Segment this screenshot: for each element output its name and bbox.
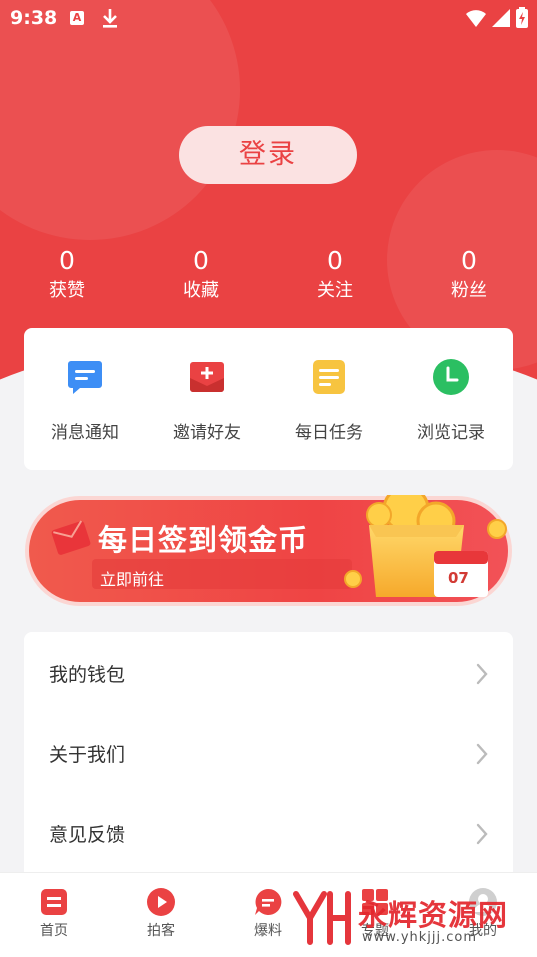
- quick-action-label: 浏览记录: [417, 423, 485, 443]
- watermark: 永辉资源网 www.yhkjjj.com: [292, 888, 522, 950]
- message-notification-icon: [68, 361, 102, 394]
- calendar-day: 07: [448, 569, 469, 587]
- history-clock-icon: [433, 359, 469, 395]
- watermark-url: www.yhkjjj.com: [362, 930, 478, 945]
- banner-title: 每日签到领金币: [98, 523, 309, 557]
- menu-card: 我的钱包 关于我们 意见反馈: [24, 632, 513, 877]
- signal-icon: [492, 9, 510, 27]
- stat-following[interactable]: 0 关注: [290, 245, 380, 305]
- status-icons: [465, 7, 529, 29]
- stat-label: 粉丝: [451, 280, 487, 301]
- stat-value: 0: [193, 246, 209, 275]
- chat-bubble-icon: [255, 888, 282, 915]
- menu-item-label: 我的钱包: [49, 664, 126, 686]
- decorative-circle: [0, 0, 240, 240]
- login-button[interactable]: 登录: [179, 126, 357, 184]
- play-icon: [147, 888, 175, 916]
- quick-action-label: 每日任务: [295, 423, 363, 443]
- tab-paike[interactable]: 拍客: [121, 887, 201, 940]
- invite-envelope-icon: [190, 362, 224, 392]
- tab-label: 首页: [40, 923, 68, 939]
- menu-item-label: 关于我们: [49, 744, 126, 766]
- watermark-text: 永辉资源网: [358, 898, 509, 932]
- battery-charging-icon: [516, 7, 528, 28]
- stat-value: 0: [461, 246, 477, 275]
- stat-likes[interactable]: 0 获赞: [22, 245, 112, 305]
- stat-label: 获赞: [49, 280, 85, 301]
- quick-action-history[interactable]: 浏览记录: [396, 358, 506, 443]
- daily-task-icon: [313, 360, 345, 394]
- chevron-right-icon: [476, 823, 488, 845]
- chevron-right-icon: [476, 663, 488, 685]
- menu-item-label: 意见反馈: [49, 824, 126, 846]
- stats-row: 0 获赞 0 收藏 0 关注 0 粉丝: [0, 245, 537, 315]
- stat-value: 0: [327, 246, 343, 275]
- menu-item-wallet[interactable]: 我的钱包: [24, 634, 513, 714]
- stat-value: 0: [59, 246, 75, 275]
- tab-label: 拍客: [147, 923, 175, 939]
- menu-item-feedback[interactable]: 意见反馈: [24, 794, 513, 874]
- tab-home[interactable]: 首页: [14, 887, 94, 940]
- stat-favorites[interactable]: 0 收藏: [156, 245, 246, 305]
- quick-action-label: 邀请好友: [173, 423, 241, 443]
- daily-checkin-banner[interactable]: 每日签到领金币 立即前往 07: [24, 495, 513, 607]
- home-icon: [41, 889, 67, 915]
- chevron-right-icon: [476, 743, 488, 765]
- menu-item-about[interactable]: 关于我们: [24, 714, 513, 794]
- status-bar: 9:38 A: [0, 0, 537, 36]
- stat-followers[interactable]: 0 粉丝: [424, 245, 514, 305]
- status-time: 9:38: [10, 7, 58, 29]
- wifi-icon: [466, 10, 486, 27]
- quick-action-label: 消息通知: [51, 423, 119, 443]
- download-icon: [100, 7, 120, 33]
- quick-action-invite[interactable]: 邀请好友: [152, 358, 262, 443]
- stat-label: 收藏: [183, 280, 219, 301]
- banner-subtitle: 立即前往: [100, 570, 165, 589]
- quick-action-daily-task[interactable]: 每日任务: [274, 358, 384, 443]
- a-notification-icon: A: [70, 11, 84, 25]
- watermark-logo-icon: [293, 891, 351, 945]
- stat-label: 关注: [317, 280, 353, 301]
- quick-actions-card: 消息通知 邀请好友 每日任务 浏览记录: [24, 328, 513, 470]
- quick-action-messages[interactable]: 消息通知: [30, 358, 140, 443]
